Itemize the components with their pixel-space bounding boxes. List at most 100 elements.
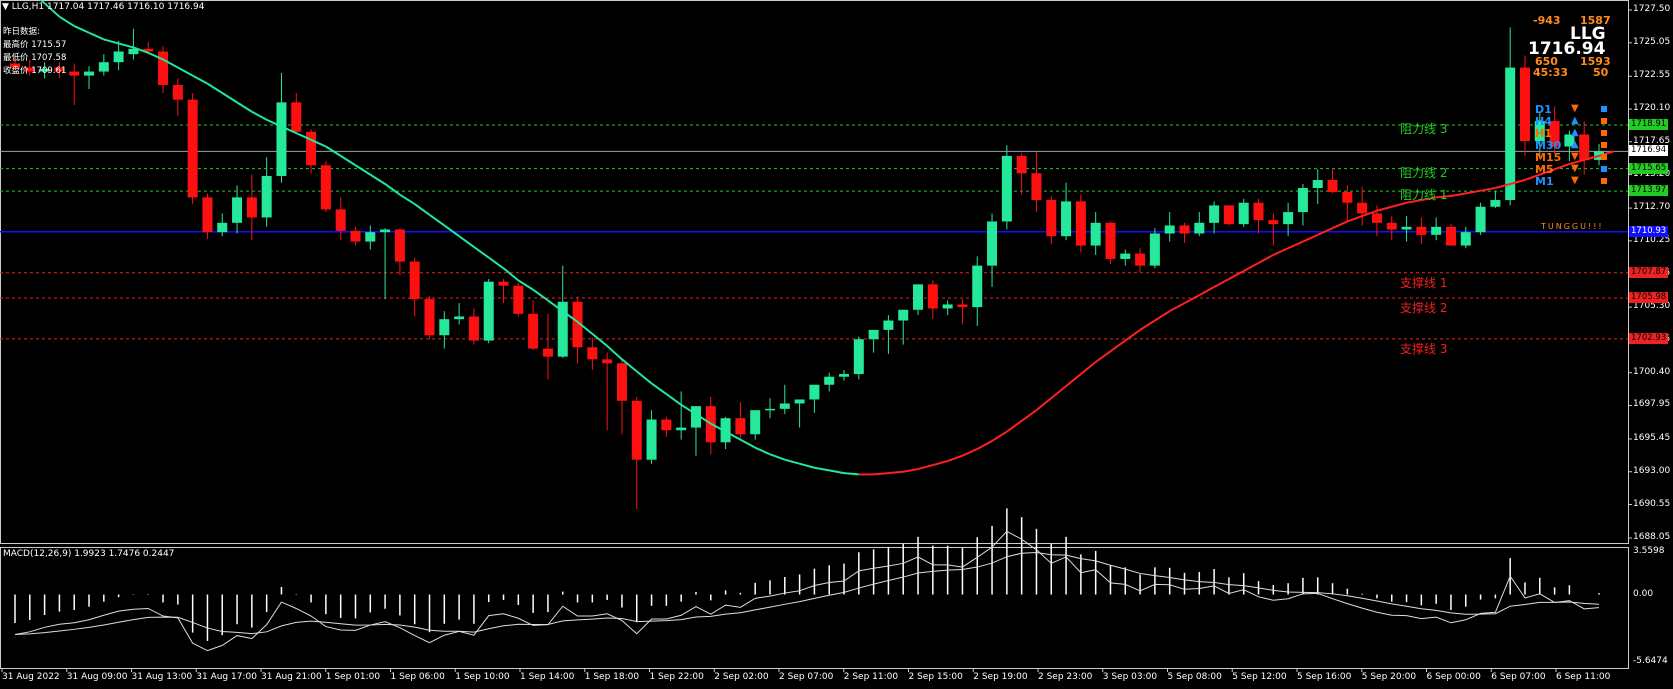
bull-candle [824, 376, 835, 385]
bull-candle [1194, 222, 1205, 234]
moving-average-segment [532, 288, 549, 302]
bull-candle [1312, 179, 1323, 189]
moving-average-segment [947, 454, 963, 462]
moving-average-segment [221, 92, 238, 104]
bear-candle [335, 209, 346, 231]
bear-candle [528, 313, 539, 349]
bull-candle [1490, 200, 1501, 207]
x-tick-label: 31 Aug 21:00 [261, 672, 322, 682]
x-tick-label: 5 Sep 20:00 [1361, 672, 1417, 682]
resistance-price-tag: 1718.91 [1629, 118, 1669, 130]
moving-average-segment [799, 462, 815, 469]
bear-candle [1105, 222, 1116, 259]
x-tick-label: 6 Sep 07:00 [1491, 672, 1546, 682]
signal-square-icon [1601, 178, 1607, 184]
bear-candle [927, 284, 938, 309]
moving-average-segment [384, 183, 401, 196]
bear-candle [246, 197, 257, 218]
y-tick-label: 1693.00 [1633, 465, 1671, 476]
prev-day-low: 最低价 1707.58 [3, 53, 67, 63]
x-tick-label: 2 Sep 23:00 [1038, 672, 1093, 682]
bear-candle [616, 363, 627, 401]
bear-candle [498, 281, 509, 286]
bear-candle [69, 71, 80, 76]
moving-average-segment [354, 164, 371, 176]
moving-average-segment [428, 213, 445, 227]
current-price-tag: 1716.94 [1629, 145, 1669, 157]
arrow-down-icon: ▼ [1571, 163, 1579, 174]
resistance-label: 阻力线 3 [1400, 121, 1448, 136]
moving-average-segment [1021, 409, 1038, 422]
bull-candle [365, 232, 376, 242]
bull-candle [913, 284, 924, 310]
signal-square-icon [1601, 154, 1607, 160]
bear-candle [172, 84, 183, 100]
bear-candle [602, 359, 613, 364]
arrow-down-icon: ▼ [1571, 175, 1579, 186]
bull-candle [1001, 155, 1012, 222]
x-tick-label: 1 Sep 01:00 [325, 672, 381, 682]
arrow-down-icon: ▼ [1571, 103, 1579, 114]
bear-candle [320, 165, 331, 210]
moving-average-segment [206, 82, 223, 94]
moving-average-segment [591, 333, 608, 347]
bull-candle [1149, 233, 1160, 266]
bull-candle [1460, 232, 1471, 246]
symbol-line: LLG,H1 1717.04 1717.46 1716.10 1716.94 [11, 2, 205, 12]
bear-candle [1253, 202, 1264, 221]
signal-square-icon [1601, 142, 1607, 148]
bull-candle [98, 62, 109, 72]
signal-square-icon [1601, 130, 1607, 136]
moving-average-segment [888, 470, 904, 475]
symbol-header: ▼ LLG,H1 1717.04 1717.46 1716.10 1716.94 [2, 2, 204, 12]
prev-day-title: 昨日数据: [3, 27, 40, 37]
pivot-price-tag: 1710.93 [1629, 225, 1669, 237]
support-price-tag: 1705.98 [1629, 292, 1669, 304]
bear-candle [1268, 220, 1279, 225]
bull-candle [276, 102, 287, 176]
bear-candle [306, 131, 317, 166]
moving-average-segment [443, 224, 460, 238]
bear-candle [1031, 173, 1042, 201]
moving-average-segment [1213, 278, 1230, 288]
resistance-label: 阻力线 1 [1400, 188, 1448, 203]
x-tick-label: 1 Sep 14:00 [520, 672, 575, 682]
moving-average-segment [458, 235, 475, 248]
bear-candle [1416, 226, 1427, 235]
triangle-down-icon[interactable]: ▼ [2, 2, 9, 12]
moving-average-segment [1035, 397, 1052, 411]
moving-average-segment [1006, 420, 1023, 433]
y-tick-label: 1697.95 [1633, 399, 1671, 410]
bear-candle [542, 348, 553, 357]
moving-average-segment [769, 453, 786, 461]
x-tick-label: 6 Sep 11:00 [1556, 672, 1611, 682]
moving-average-segment [1391, 201, 1407, 208]
moving-average-segment [73, 25, 90, 34]
moving-average-segment [903, 468, 919, 473]
bear-candle [1519, 67, 1530, 142]
resistance-label: 阻力线 2 [1400, 165, 1448, 180]
moving-average-segment [488, 256, 505, 270]
x-tick-label: 5 Sep 08:00 [1167, 672, 1222, 682]
bear-candle [187, 99, 198, 198]
bear-candle [1342, 192, 1353, 203]
y-tick-label: 1720.10 [1633, 103, 1671, 114]
moving-average-segment [399, 193, 416, 205]
macd-line [14, 530, 1600, 652]
moving-average-segment [917, 464, 934, 471]
support-price-tag: 1707.87 [1629, 266, 1669, 278]
x-tick-label: 2 Sep 02:00 [714, 672, 769, 682]
moving-average-segment [606, 345, 623, 361]
bear-candle [1135, 253, 1146, 266]
moving-average-segment [754, 446, 771, 456]
bear-candle [661, 419, 672, 431]
support-label: 支撑线 3 [1400, 341, 1448, 356]
bull-candle [883, 320, 894, 330]
prev-day-high: 最高价 1715.57 [3, 40, 67, 50]
bear-candle [291, 102, 302, 132]
bull-candle [987, 221, 998, 266]
arrow-down-icon: ▼ [1571, 151, 1579, 162]
bull-candle [380, 229, 391, 233]
bull-candle [853, 339, 864, 375]
signal-square-icon [1601, 106, 1607, 112]
